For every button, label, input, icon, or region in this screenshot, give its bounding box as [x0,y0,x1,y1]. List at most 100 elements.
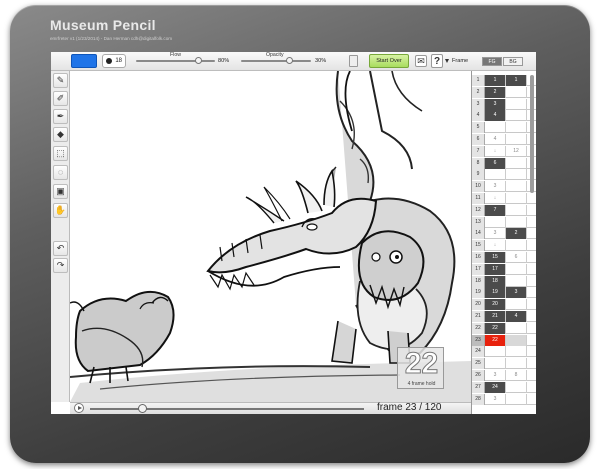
fg-cell[interactable]: 3 [485,370,506,381]
bg-cell[interactable]: 8 [506,370,527,381]
fg-cell[interactable]: 3 [485,228,506,240]
fg-cell[interactable] [485,346,506,358]
frame-menu[interactable]: Frame [445,58,468,64]
color-swatch-button[interactable] [71,54,97,68]
flow-slider[interactable] [136,57,215,64]
bg-cell[interactable] [506,193,527,204]
timeline-row[interactable]: 86 [472,157,536,169]
help-icon[interactable]: ? [431,54,443,68]
marker-tool[interactable]: ✐ [53,91,68,106]
timeline-row[interactable]: 22 [472,86,536,98]
mail-icon[interactable]: ✉ [415,55,427,67]
timeline-row[interactable]: 16 15 6 [472,252,536,263]
frame-scrubber[interactable] [90,404,364,413]
timeline-row[interactable]: 23 22 [472,334,536,346]
redo-tool[interactable]: ↷ [53,258,68,273]
bg-cell[interactable] [506,263,527,275]
timeline-panel[interactable]: 1 1 1 2 2 3 3 4 4 5 6 4 7 ↓ 12 8 6 9 10 3 11 ↓ 12 7 13 14 3 2 15 ↓ 16 1… [471,71,536,414]
tab-bg[interactable]: BG [503,57,523,66]
bg-cell[interactable] [506,181,527,193]
bg-cell[interactable]: 12 [506,145,527,157]
fg-cell[interactable]: 3 [485,393,506,405]
timeline-row[interactable]: 33 [472,98,536,110]
fg-cell[interactable]: 21 [485,311,506,322]
timeline-row[interactable]: 25 [472,358,536,370]
tab-fg[interactable]: FG [482,57,502,66]
pencil-tool[interactable]: ✎ [53,73,68,88]
fg-cell[interactable]: ↓ [485,240,506,252]
timeline-row[interactable]: 20 20 [472,299,536,311]
hand-tool[interactable]: ✋ [53,203,68,218]
fg-cell[interactable]: 3 [485,181,506,193]
bg-cell[interactable] [506,381,527,393]
bg-cell[interactable] [506,98,527,110]
fg-cell[interactable]: 4 [485,110,506,122]
timeline-row[interactable]: 26 3 8 [472,370,536,381]
timeline-row[interactable]: 13 [472,216,536,228]
timeline-row[interactable]: 7 ↓ 12 [472,145,536,157]
timeline-row[interactable]: 22 22 [472,322,536,334]
fg-cell[interactable]: 15 [485,252,506,263]
timeline-row[interactable]: 10 3 [472,181,536,193]
fg-cell[interactable]: 17 [485,263,506,275]
fg-cell[interactable]: 18 [485,275,506,287]
bg-cell[interactable] [506,393,527,405]
timeline-row[interactable]: 9 [472,169,536,181]
fg-cell[interactable] [485,122,506,134]
bg-cell[interactable]: 4 [506,311,527,322]
bg-cell[interactable] [506,240,527,252]
bg-cell[interactable] [506,334,527,346]
fg-cell[interactable]: ↓ [485,145,506,157]
fg-cell[interactable] [485,358,506,370]
bg-cell[interactable]: 1 [506,75,527,86]
bg-cell[interactable] [506,169,527,181]
bg-cell[interactable] [506,275,527,287]
bg-cell[interactable] [506,122,527,134]
bg-cell[interactable] [506,299,527,311]
start-over-button[interactable]: Start Over [369,54,409,68]
bg-cell[interactable] [506,110,527,122]
fg-cell[interactable]: 6 [485,157,506,169]
fg-cell[interactable]: ↓ [485,193,506,204]
bg-cell[interactable] [506,86,527,98]
undo-tool[interactable]: ↶ [53,241,68,256]
fg-cell[interactable]: 24 [485,381,506,393]
fg-cell[interactable]: 2 [485,86,506,98]
timeline-row[interactable]: 64 [472,134,536,145]
frame-tool[interactable]: ▣ [53,184,68,199]
timeline-row[interactable]: 11 ↓ [472,193,536,204]
brush-tool[interactable]: ✒ [53,109,68,124]
timeline-row[interactable]: 12 7 [472,204,536,216]
bg-cell[interactable]: 6 [506,252,527,263]
fg-cell[interactable]: 1 [485,75,506,86]
timeline-row[interactable]: 28 3 [472,393,536,405]
timeline-row[interactable]: 5 [472,122,536,134]
opacity-slider-thumb[interactable] [286,57,293,64]
bg-cell[interactable]: 2 [506,228,527,240]
bg-cell[interactable] [506,322,527,334]
flow-slider-thumb[interactable] [195,57,203,64]
timeline-row[interactable]: 21 21 4 [472,311,536,322]
fg-cell[interactable]: 22 [485,322,506,334]
eraser-tool[interactable]: ◆ [53,127,68,142]
opacity-slider[interactable] [241,57,311,64]
timeline-row[interactable]: 27 24 [472,381,536,393]
timeline-row[interactable]: 19 19 3 [472,287,536,299]
bg-cell[interactable] [506,204,527,216]
fg-cell[interactable]: 22 [485,334,506,346]
fg-cell[interactable]: 20 [485,299,506,311]
fg-cell[interactable] [485,169,506,181]
copy-frame-icon[interactable] [349,55,358,67]
bg-cell[interactable] [506,346,527,358]
bg-cell[interactable]: 3 [506,287,527,299]
drawing-canvas[interactable]: 22 4 frame hold [70,71,471,402]
fg-cell[interactable]: 4 [485,134,506,145]
timeline-row[interactable]: 44 [472,110,536,122]
fg-cell[interactable]: 3 [485,98,506,110]
timeline-row[interactable]: 24 [472,346,536,358]
timeline-row[interactable]: 17 17 [472,263,536,275]
select-rect-tool[interactable]: ⬚ [53,146,68,161]
fg-cell[interactable] [485,216,506,228]
fg-cell[interactable]: 7 [485,204,506,216]
bg-cell[interactable] [506,157,527,169]
